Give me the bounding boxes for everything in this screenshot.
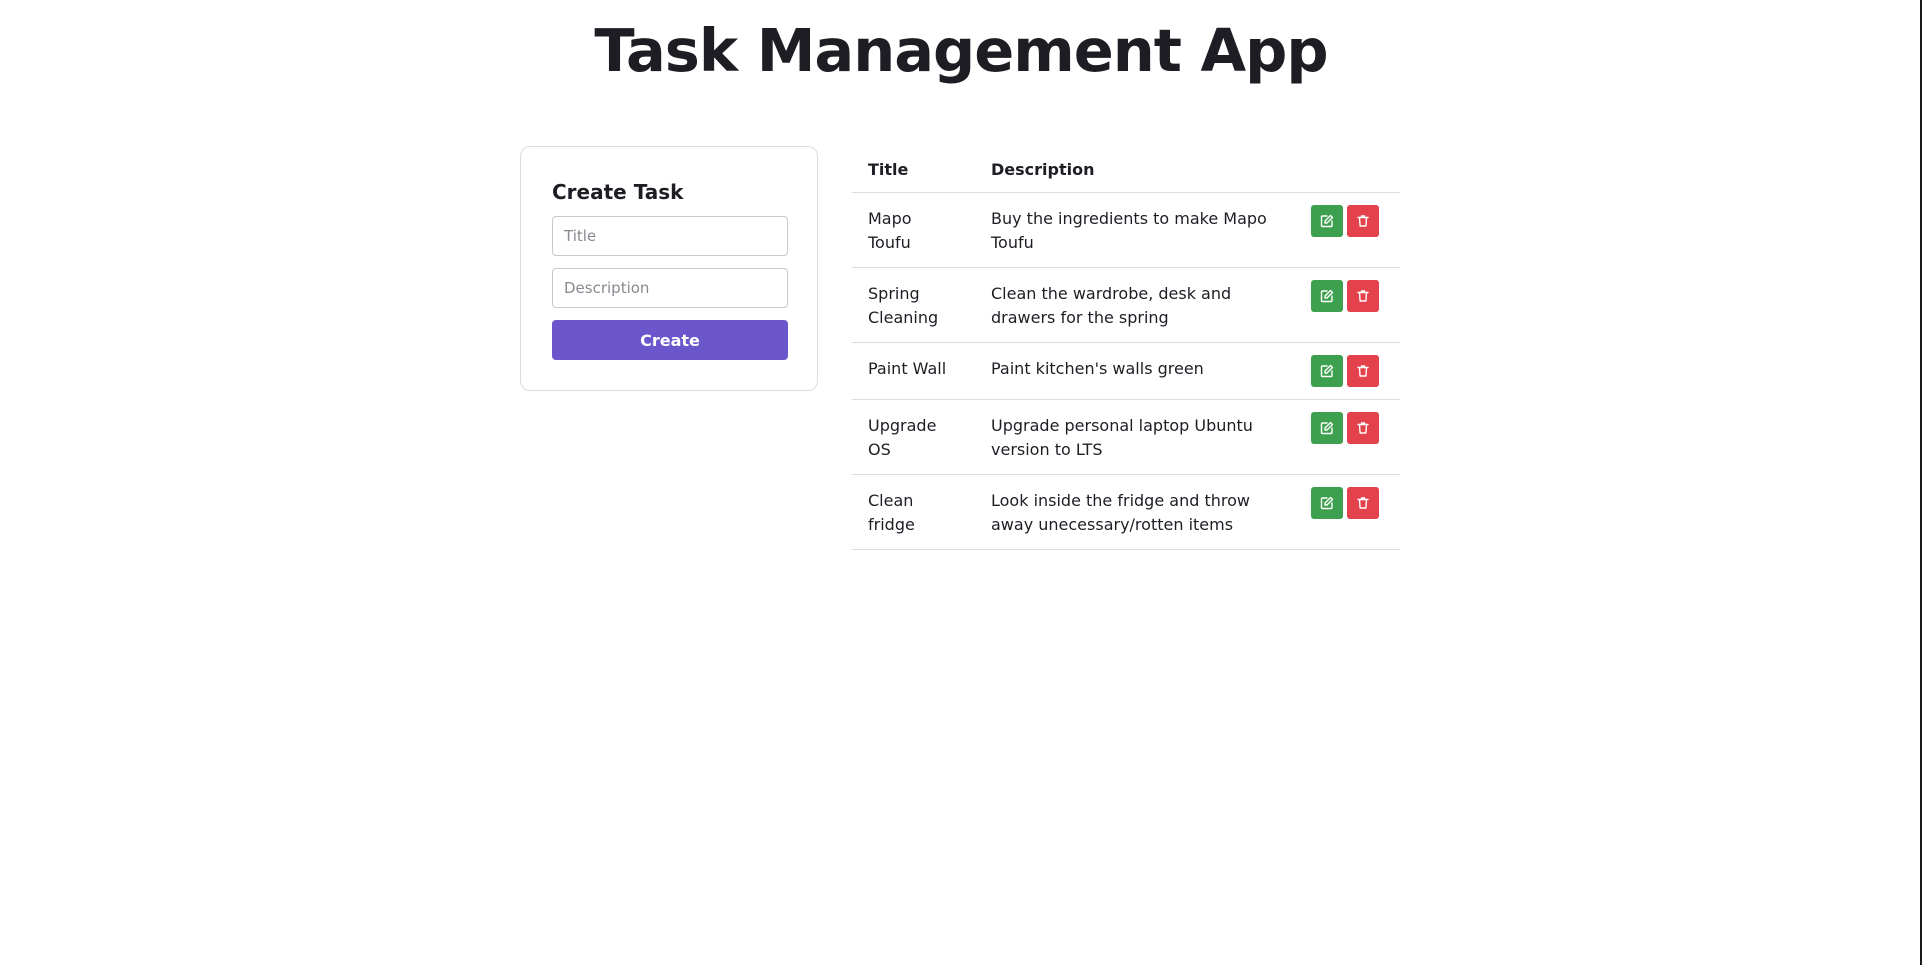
page: Task Management App Create Task Create T… <box>0 0 1922 965</box>
edit-icon <box>1320 421 1334 435</box>
task-title-cell: Upgrade OS <box>852 399 975 475</box>
trash-icon <box>1357 422 1369 434</box>
task-actions-cell <box>1295 399 1400 475</box>
delete-button[interactable] <box>1347 280 1379 312</box>
task-actions-cell <box>1295 474 1400 550</box>
task-actions-cell <box>1295 342 1400 400</box>
create-button[interactable]: Create <box>552 320 788 360</box>
delete-button[interactable] <box>1347 355 1379 387</box>
table-row: Paint Wall Paint kitchen's walls green <box>852 342 1400 400</box>
description-input[interactable] <box>552 268 788 308</box>
task-actions-cell <box>1295 192 1400 268</box>
edit-button[interactable] <box>1311 280 1343 312</box>
trash-icon <box>1357 290 1369 302</box>
table-row: Clean fridge Look inside the fridge and t… <box>852 474 1400 550</box>
column-header-description: Description <box>975 146 1295 193</box>
trash-icon <box>1357 365 1369 377</box>
edit-icon <box>1320 214 1334 228</box>
table-row: Spring Cleaning Clean the wardrobe, desk … <box>852 267 1400 343</box>
column-header-actions <box>1295 146 1400 193</box>
task-actions-cell <box>1295 267 1400 343</box>
task-table: Title Description Mapo Toufu Buy the ingr… <box>852 146 1400 550</box>
page-title: Task Management App <box>594 16 1328 85</box>
task-title-cell: Spring Cleaning <box>852 267 975 343</box>
trash-icon <box>1357 215 1369 227</box>
delete-button[interactable] <box>1347 205 1379 237</box>
table-row: Upgrade OS Upgrade personal laptop Ubuntu… <box>852 399 1400 475</box>
edit-icon <box>1320 496 1334 510</box>
task-description-cell: Buy the ingredients to make Mapo Toufu <box>975 192 1295 268</box>
table-header-row: Title Description <box>852 146 1400 193</box>
edit-button[interactable] <box>1311 355 1343 387</box>
task-description-cell: Clean the wardrobe, desk and drawers for… <box>975 267 1295 343</box>
edit-icon <box>1320 364 1334 378</box>
column-header-title: Title <box>852 146 975 193</box>
task-title-cell: Paint Wall <box>852 342 975 400</box>
delete-button[interactable] <box>1347 412 1379 444</box>
task-description-cell: Paint kitchen's walls green <box>975 342 1295 400</box>
task-title-cell: Clean fridge <box>852 474 975 550</box>
create-task-card: Create Task Create <box>520 146 818 391</box>
table-row: Mapo Toufu Buy the ingredients to make Ma… <box>852 192 1400 268</box>
delete-button[interactable] <box>1347 487 1379 519</box>
edit-icon <box>1320 289 1334 303</box>
edit-button[interactable] <box>1311 487 1343 519</box>
title-input[interactable] <box>552 216 788 256</box>
task-title-cell: Mapo Toufu <box>852 192 975 268</box>
task-description-cell: Upgrade personal laptop Ubuntu version t… <box>975 399 1295 475</box>
trash-icon <box>1357 497 1369 509</box>
edit-button[interactable] <box>1311 205 1343 237</box>
edit-button[interactable] <box>1311 412 1343 444</box>
create-task-heading: Create Task <box>552 180 684 204</box>
task-description-cell: Look inside the fridge and throw away un… <box>975 474 1295 550</box>
